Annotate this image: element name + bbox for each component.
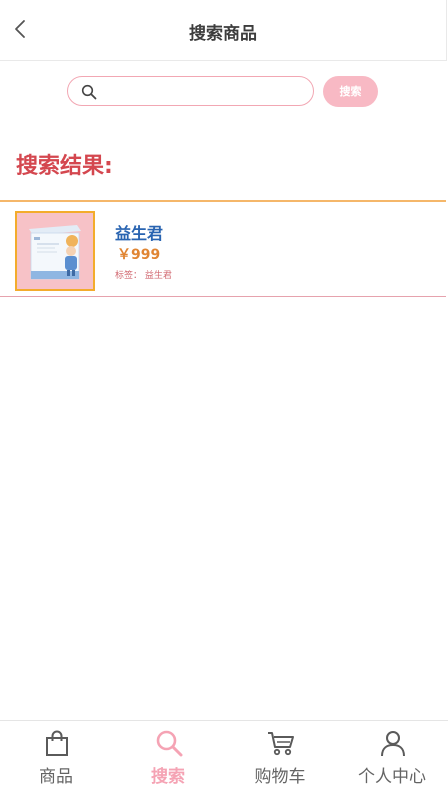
- divider: [0, 296, 446, 297]
- tab-label: 商品: [39, 767, 73, 787]
- nav-bar: 搜索商品: [0, 0, 447, 61]
- product-tags: 标签： 益生君: [115, 271, 172, 281]
- tab-label: 个人中心: [358, 767, 426, 787]
- search-icon: [81, 84, 97, 100]
- tab-products[interactable]: 商品: [0, 721, 112, 791]
- tab-search[interactable]: 搜索: [112, 721, 224, 791]
- page-title: 搜索商品: [189, 24, 257, 44]
- product-price: ￥999: [117, 247, 161, 263]
- cart-icon: [268, 732, 294, 756]
- results-heading: 搜索结果:: [16, 154, 113, 179]
- product-box-illustration: [17, 213, 93, 289]
- shopping-bag-icon: [46, 730, 68, 756]
- search-icon: [156, 730, 183, 757]
- tab-cart[interactable]: 购物车: [224, 721, 336, 791]
- tab-bar: 商品 搜索 购物车 个人中心: [0, 720, 448, 791]
- person-icon: [381, 731, 405, 757]
- search-box[interactable]: [67, 76, 314, 106]
- search-button[interactable]: 搜索: [323, 76, 378, 107]
- tab-label: 购物车: [254, 767, 306, 787]
- search-input[interactable]: [104, 81, 304, 101]
- product-name[interactable]: 益生君: [115, 220, 163, 244]
- tab-label: 搜索: [151, 767, 185, 787]
- list-item[interactable]: 益生君 ￥999 标签： 益生君: [0, 202, 446, 297]
- tab-profile[interactable]: 个人中心: [336, 721, 448, 791]
- product-image[interactable]: [15, 211, 95, 291]
